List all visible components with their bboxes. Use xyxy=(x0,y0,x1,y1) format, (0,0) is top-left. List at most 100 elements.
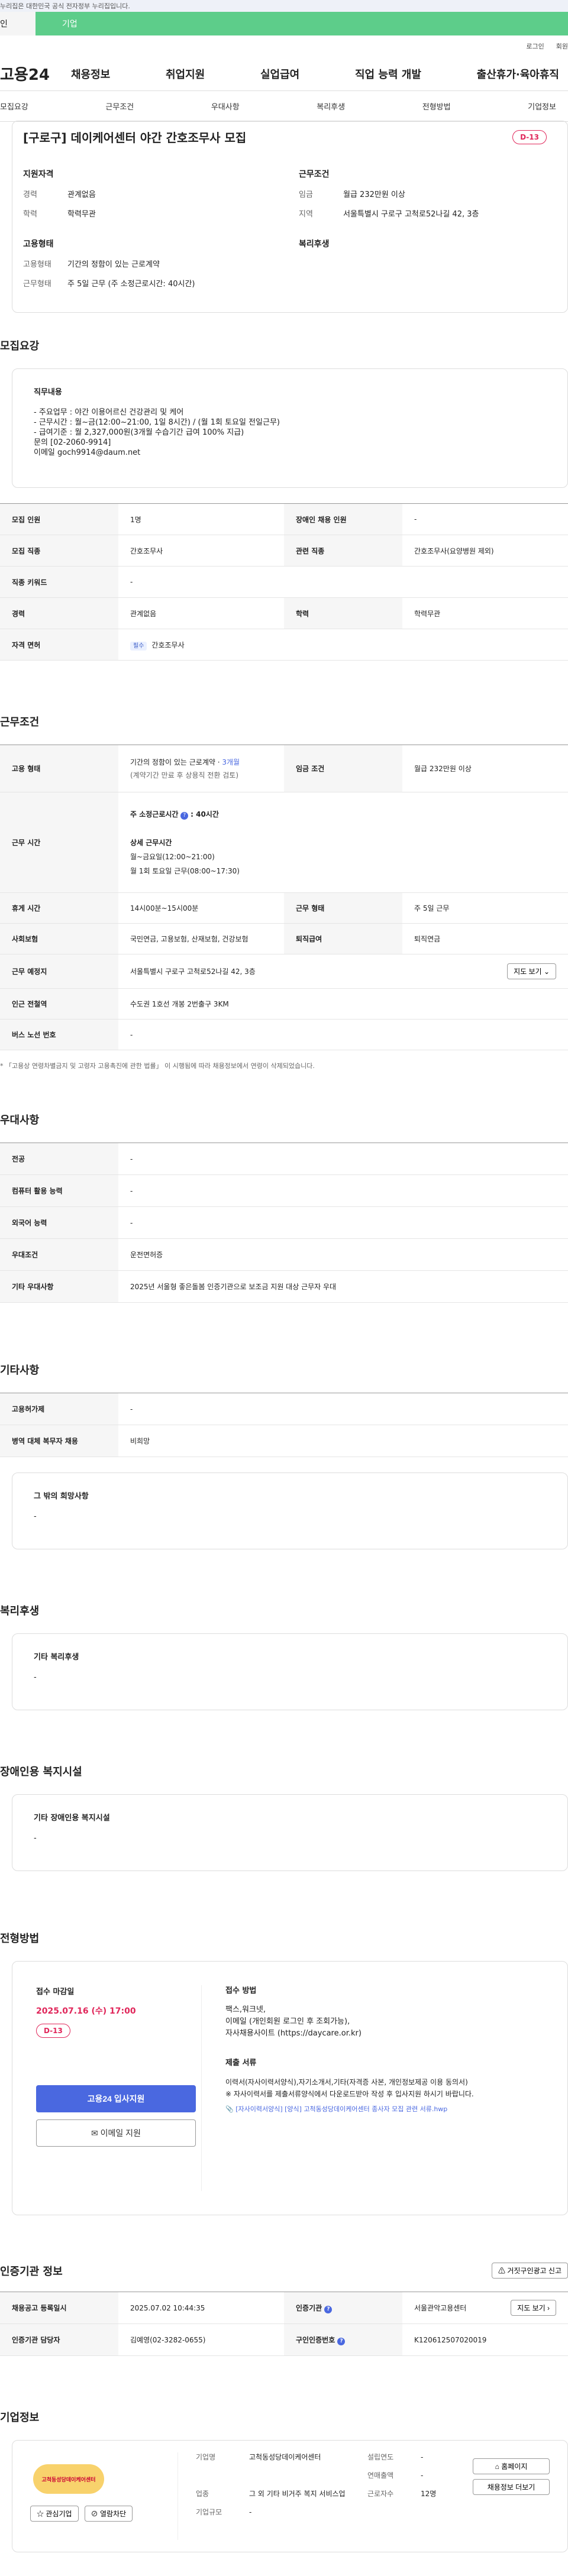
military-alt-value: 비희망 xyxy=(118,1425,568,1457)
gnb-menu: 채용정보 취업지원 실업급여 직업 능력 개발 출산휴가·육아휴직 xyxy=(71,66,568,82)
anchor-tab-welfare[interactable]: 복리후생 xyxy=(317,101,345,112)
cert-manager-label: 인증기관 담당자 xyxy=(0,2323,118,2356)
summary-edu-label: 학력 xyxy=(23,210,37,219)
signup-link[interactable]: 회원 xyxy=(556,41,568,51)
summary-career-value: 관계없음 xyxy=(67,190,96,199)
emp-type-label: 고용 형태 xyxy=(0,745,118,792)
est-year-value: - xyxy=(421,2453,424,2461)
block-view-button[interactable]: ⊘ 열람차단 xyxy=(84,2506,133,2522)
disabled-facilities-box-value: - xyxy=(34,1834,37,1843)
employment-permit-label: 고용허가제 xyxy=(0,1393,118,1425)
apply-dday-badge: D-13 xyxy=(36,2024,70,2038)
license-label: 자격 면허 xyxy=(0,629,118,661)
report-fake-ad-button[interactable]: ⚠ 거짓구인광고 신고 xyxy=(491,2263,568,2279)
license-value-cell: 필수 간호조무사 xyxy=(118,629,568,661)
work-table: 고용 형태 기간의 정함이 있는 근로계약 · 3개월 (계약기간 만료 후 상용… xyxy=(0,745,568,1050)
footnote-text: 「고용상 연령차별금지 및 고령자 고용촉진에 관한 법률」 이 시행됨에 따라… xyxy=(5,1062,315,1070)
apply-email-label: 이메일 지원 xyxy=(100,2128,141,2138)
section-title-etc: 기타사항 xyxy=(0,1364,40,1377)
summary-area-value: 서울특별시 구로구 고척로52나길 42, 3층 xyxy=(343,210,479,219)
more-jobs-button[interactable]: 채용정보 더보기 xyxy=(473,2479,550,2495)
bus-value: - xyxy=(118,1019,568,1050)
major-label: 전공 xyxy=(0,1143,118,1175)
insurance-value: 국민연금, 고용보험, 산재보험, 건강보험 xyxy=(118,923,284,954)
site-logo[interactable]: 고용24 xyxy=(0,63,71,85)
info-icon[interactable]: ? xyxy=(324,2305,333,2313)
related-job-label: 관련 직종 xyxy=(284,535,402,567)
apply-email-button[interactable]: ✉ 이메일 지원 xyxy=(36,2119,196,2147)
gnb-item-employment-support[interactable]: 취업지원 xyxy=(166,66,205,82)
cert-org-label: 인증기관 ? xyxy=(284,2292,402,2324)
bus-label: 버스 노선 번호 xyxy=(0,1019,118,1050)
homepage-label: 홈페이지 xyxy=(501,2462,528,2471)
interest-company-button[interactable]: ☆ 관심기업 xyxy=(30,2506,79,2522)
job-keyword-value: - xyxy=(118,566,568,598)
summary-shift-label: 근무형태 xyxy=(23,280,51,289)
info-icon[interactable]: ? xyxy=(337,2337,346,2345)
gnb-item-unemployment-benefit[interactable]: 실업급여 xyxy=(260,66,299,82)
emp-type-text: 기간의 정함이 있는 근로계약 · xyxy=(130,758,222,766)
career-label: 경력 xyxy=(0,597,118,629)
apply-card: 접수 마감일 2025.07.16 (수) 17:00 D-13 고용24 입사… xyxy=(12,1961,568,2215)
reg-date-label: 채용공고 등록일시 xyxy=(0,2292,118,2324)
tab-company[interactable]: 기업 xyxy=(36,12,568,35)
homepage-button[interactable]: ⌂ 홈페이지 xyxy=(473,2458,550,2474)
summary-qual-title: 지원자격 xyxy=(23,170,54,179)
form-file-link[interactable]: 📎 [자사이력서양식] [양식] 고척동성당데이케어센터 종사자 모집 관련 서… xyxy=(225,2103,544,2115)
cert-map-label: 지도 보기 xyxy=(517,2304,546,2312)
job-keyword-label: 직종 키워드 xyxy=(0,566,118,598)
gnb-item-jobs[interactable]: 채용정보 xyxy=(71,66,110,82)
language-value: - xyxy=(118,1206,568,1239)
summary-emp-value: 기간의 정함이 있는 근로계약 xyxy=(67,260,160,269)
summary-welfare-title: 복리후생 xyxy=(299,240,330,249)
report-fake-ad-label: 거짓구인광고 신고 xyxy=(507,2267,561,2275)
summary-welfare: 복리후생 xyxy=(299,238,557,297)
anchor-tab-work-conditions[interactable]: 근무조건 xyxy=(105,101,134,112)
other-wishes-value: - xyxy=(34,1512,37,1521)
disabled-hire-label: 장애인 채용 인원 xyxy=(284,503,402,535)
employees-label: 근로자수 xyxy=(367,2490,394,2498)
deadline-value: 2025.07.16 (수) 17:00 xyxy=(36,2007,136,2016)
login-link[interactable]: 로그인 xyxy=(526,41,544,51)
anchor-tab-screening[interactable]: 전형방법 xyxy=(422,101,451,112)
summary-work-title: 근무조건 xyxy=(299,170,330,179)
info-icon[interactable]: ? xyxy=(180,811,189,820)
summary-edu-value: 학력무관 xyxy=(67,210,96,219)
preferences-table: 전공 - 컴퓨터 활용 능력 - 외국어 능력 - 우대조건 운전면허증 기타 우대사항… xyxy=(0,1143,568,1303)
anchor-tab-preferences[interactable]: 우대사항 xyxy=(211,101,240,112)
work-place-text: 서울특별시 구로구 고척로52나길 42, 3층 xyxy=(130,967,256,976)
anchor-tab-company[interactable]: 기업정보 xyxy=(528,101,556,112)
est-year-label: 설립연도 xyxy=(367,2453,394,2461)
contract-period: 3개월 xyxy=(222,758,240,766)
detail-hours-saturday: 월 1회 토요일 근무(08:00~17:30) xyxy=(130,866,240,875)
gnb-item-parental-leave[interactable]: 출산휴가·육아휴직 xyxy=(477,66,559,82)
apply-online-button[interactable]: 고용24 입사지원 xyxy=(36,2085,196,2112)
star-icon: ☆ xyxy=(37,2510,44,2518)
dday-badge: D-13 xyxy=(512,130,547,144)
mail-icon: ✉ xyxy=(91,2128,98,2138)
wage-value: 월급 232만원 이상 xyxy=(402,745,568,792)
section-title-disabled-facilities: 장애인용 복지시설 xyxy=(0,1766,82,1778)
cert-manager-value: 김예영(02-3282-0655) xyxy=(118,2323,284,2356)
disabled-facilities-box-title: 기타 장애인용 복지시설 xyxy=(34,1814,110,1823)
tab-individual[interactable]: 인 xyxy=(0,12,36,35)
recruit-table: 모집 인원 1명 장애인 채용 인원 - 모집 직종 간호조무사 관련 직종 간… xyxy=(0,503,568,661)
chevron-down-icon: ⌄ xyxy=(543,967,550,976)
gnb-item-vocational-training[interactable]: 직업 능력 개발 xyxy=(355,66,421,82)
welfare-box-title: 기타 복리후생 xyxy=(34,1653,79,1662)
summary-wage-label: 임금 xyxy=(299,190,313,199)
footnote-mark-icon: * xyxy=(0,1062,4,1070)
documents-title: 제출 서류 xyxy=(225,2059,257,2067)
gov-notice-bar: 누리집은 대한민국 공식 전자정부 누리집입니다. xyxy=(0,0,568,12)
block-view-label: 열람차단 xyxy=(100,2510,127,2518)
section-title-welfare: 복리후생 xyxy=(0,1605,40,1617)
work-form-label: 근무 형태 xyxy=(284,892,402,924)
section-title-recruit: 모집요강 xyxy=(0,340,40,352)
weekly-hours-value: : 40시간 xyxy=(191,810,219,818)
welfare-card: 기타 복리후생 - xyxy=(12,1633,568,1710)
job-category-label: 모집 직종 xyxy=(0,535,118,567)
insurance-label: 사회보험 xyxy=(0,923,118,954)
cert-map-button[interactable]: 지도 보기 › xyxy=(511,2300,556,2316)
map-view-button[interactable]: 지도 보기 ⌄ xyxy=(507,963,556,979)
anchor-tab-recruit[interactable]: 모집요강 xyxy=(0,101,28,112)
